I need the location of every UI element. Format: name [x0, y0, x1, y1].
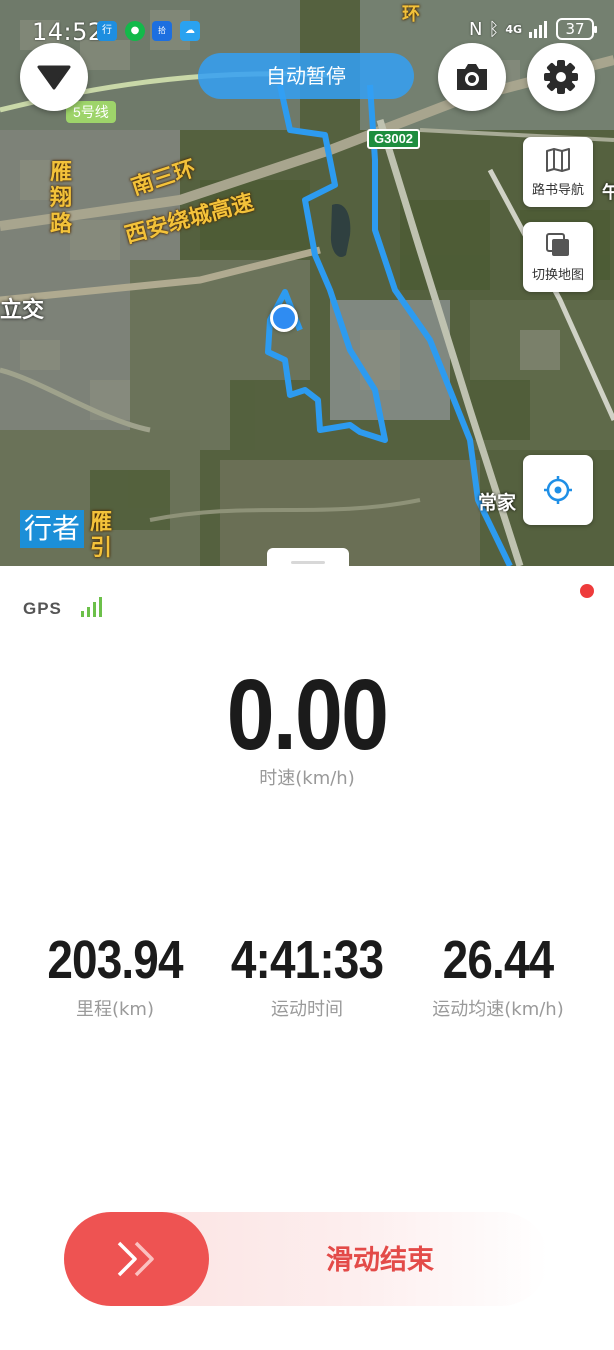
wechat-notification-icon: ● — [125, 21, 145, 41]
road-badge: G3002 — [367, 129, 421, 149]
auto-pause-status[interactable]: 自动暂停 — [198, 53, 414, 99]
roadbook-nav-label: 路书导航 — [531, 183, 584, 198]
signal-icon — [529, 21, 547, 38]
switch-map-label: 切换地图 — [531, 268, 584, 283]
gps-signal-icon — [81, 597, 102, 617]
map-label-village: 常家 — [478, 492, 517, 514]
duration-label: 运动时间 — [271, 999, 343, 1020]
current-speed-value: 0.00 — [226, 659, 389, 771]
triangle-down-icon — [37, 65, 71, 90]
distance-value: 203.94 — [47, 930, 183, 990]
slide-to-finish-label: 滑动结束 — [326, 1245, 434, 1276]
app-notification-icon: 拾 — [152, 21, 172, 41]
duration-stat: 4:41:33 运动时间 — [207, 929, 407, 1021]
locate-button[interactable] — [523, 455, 593, 525]
double-chevron-right-icon — [117, 1241, 154, 1277]
collapse-button[interactable] — [20, 43, 88, 111]
network-type: 4G — [505, 22, 522, 36]
layers-icon — [546, 233, 569, 256]
map-label-yanyin: 雁引 — [90, 510, 113, 561]
gear-icon — [544, 60, 578, 94]
bluetooth-icon: ᛒ — [488, 18, 500, 40]
switch-map-button[interactable]: 切换地图 — [523, 222, 593, 292]
status-right-group: N ᛒ 4G 37 — [469, 18, 597, 40]
avg-speed-label: 运动均速(km/h) — [432, 999, 564, 1020]
distance-label: 里程(km) — [75, 999, 154, 1020]
distance-stat: 203.94 里程(km) — [15, 929, 215, 1021]
stats-panel: GPS 0.00 时速(km/h) 203.94 里程(km) 4:41:33 … — [0, 566, 614, 1350]
slide-to-finish-knob[interactable] — [64, 1212, 209, 1306]
xingzhe-logo: 行者 — [20, 510, 84, 548]
gps-label: GPS — [23, 599, 62, 618]
map-label-right-fragment: 午 — [602, 183, 614, 203]
locate-crosshair-icon — [544, 476, 572, 504]
camera-button[interactable] — [438, 43, 506, 111]
avg-speed-stat: 26.44 运动均速(km/h) — [398, 929, 598, 1021]
xingzhe-notification-icon: 行 — [97, 21, 117, 41]
battery-indicator: 37 — [556, 18, 597, 40]
map-label-interchange: 立交 — [0, 298, 45, 323]
panel-drag-handle[interactable] — [267, 548, 349, 566]
app-root: 南三环 西安绕城高速 雁翔路 雁引 立交 常家 环 午 G3002 5号线 14… — [0, 0, 614, 1350]
map-book-icon — [546, 148, 570, 172]
current-location-marker — [270, 304, 298, 332]
map-view[interactable]: 南三环 西安绕城高速 雁翔路 雁引 立交 常家 环 午 G3002 5号线 14… — [0, 0, 614, 566]
map-label-yanxiang: 雁翔路 — [50, 160, 73, 237]
duration-value: 4:41:33 — [230, 930, 384, 990]
camera-icon — [457, 64, 487, 90]
recording-indicator — [580, 584, 594, 598]
nfc-icon: N — [469, 18, 483, 40]
roadbook-nav-button[interactable]: 路书导航 — [523, 137, 593, 207]
weather-notification-icon: ☁ — [180, 21, 200, 41]
avg-speed-value: 26.44 — [442, 930, 554, 990]
current-speed-label: 时速(km/h) — [259, 768, 355, 789]
settings-button[interactable] — [527, 43, 595, 111]
status-time: 14:52 — [32, 18, 104, 46]
